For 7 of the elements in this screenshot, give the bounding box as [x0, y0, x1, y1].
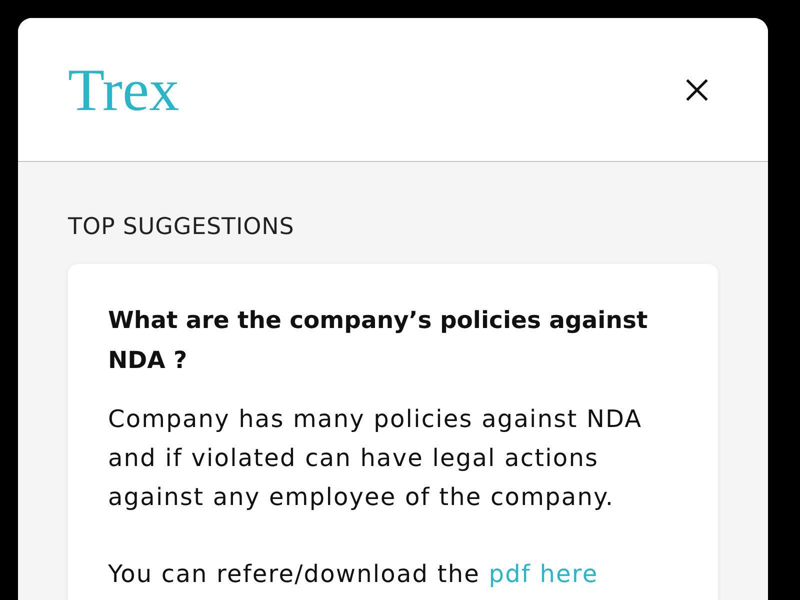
suggestion-question: What are the company’s policies against NDA ? — [108, 305, 649, 376]
section-title: TOP SUGGESTIONS — [68, 213, 296, 242]
suggestion-answer: Company has many policies against NDA and if violated can have legal actions against any employee of the company. — [108, 404, 644, 513]
pdf-link[interactable]: pdf here — [488, 560, 598, 588]
logo: Trex — [68, 58, 180, 122]
close-icon — [686, 78, 708, 100]
download-note: You can refere/download the pdf here — [108, 559, 600, 590]
